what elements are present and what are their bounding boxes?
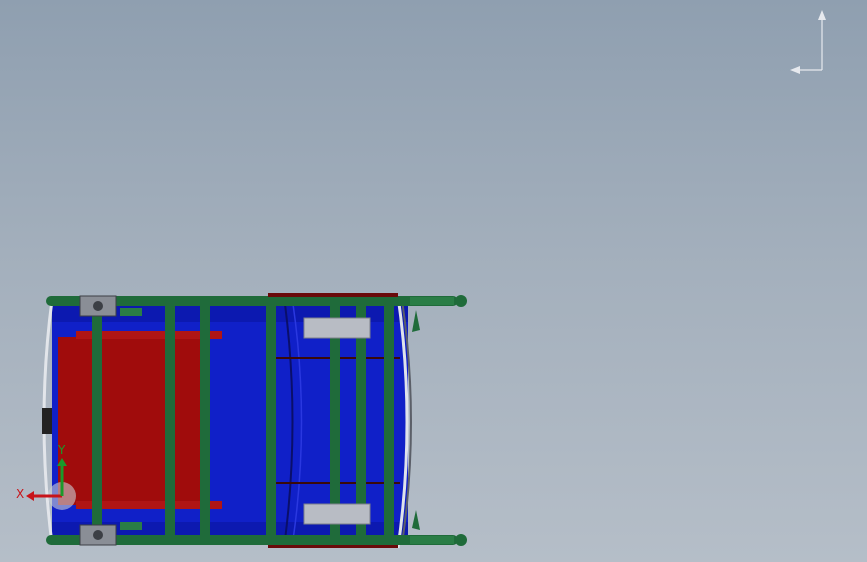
- wheelchair-model-top-view[interactable]: [0, 0, 867, 562]
- handle-bottom-grip: [410, 536, 454, 544]
- view-orientation-icon[interactable]: [786, 8, 832, 78]
- left-latch[interactable]: [42, 408, 52, 434]
- handle-top-grip: [410, 297, 454, 305]
- orient-left-arrow-icon: [790, 66, 800, 74]
- triad-x-arrow-icon: [26, 491, 34, 501]
- frame-vertical-7[interactable]: [384, 300, 394, 544]
- caster-top-hub: [93, 301, 103, 311]
- orient-up-arrow-icon: [818, 10, 826, 20]
- frame-vertical-3[interactable]: [200, 300, 210, 544]
- bracket-top: [120, 308, 142, 316]
- bracket-bottom: [120, 522, 142, 530]
- footrest-top: [412, 310, 420, 332]
- wheel-bottom[interactable]: [303, 503, 371, 525]
- bottom-red-bar: [268, 545, 398, 548]
- top-red-bar: [268, 293, 398, 297]
- frame-vertical-1[interactable]: [92, 300, 102, 544]
- triad-x-label: X: [16, 487, 24, 501]
- footrest-bottom: [412, 510, 420, 530]
- wheel-top[interactable]: [303, 317, 371, 339]
- graphics-viewport[interactable]: X Y: [0, 0, 867, 562]
- frame-vertical-4[interactable]: [266, 300, 276, 544]
- handle-top-end[interactable]: [455, 295, 467, 307]
- handle-bottom-end[interactable]: [455, 534, 467, 546]
- caster-bottom-hub: [93, 530, 103, 540]
- frame-vertical-2[interactable]: [165, 300, 175, 544]
- triad-y-label: Y: [57, 443, 66, 457]
- coordinate-triad: X Y: [16, 443, 76, 510]
- triad-y-arrow-icon: [57, 458, 67, 466]
